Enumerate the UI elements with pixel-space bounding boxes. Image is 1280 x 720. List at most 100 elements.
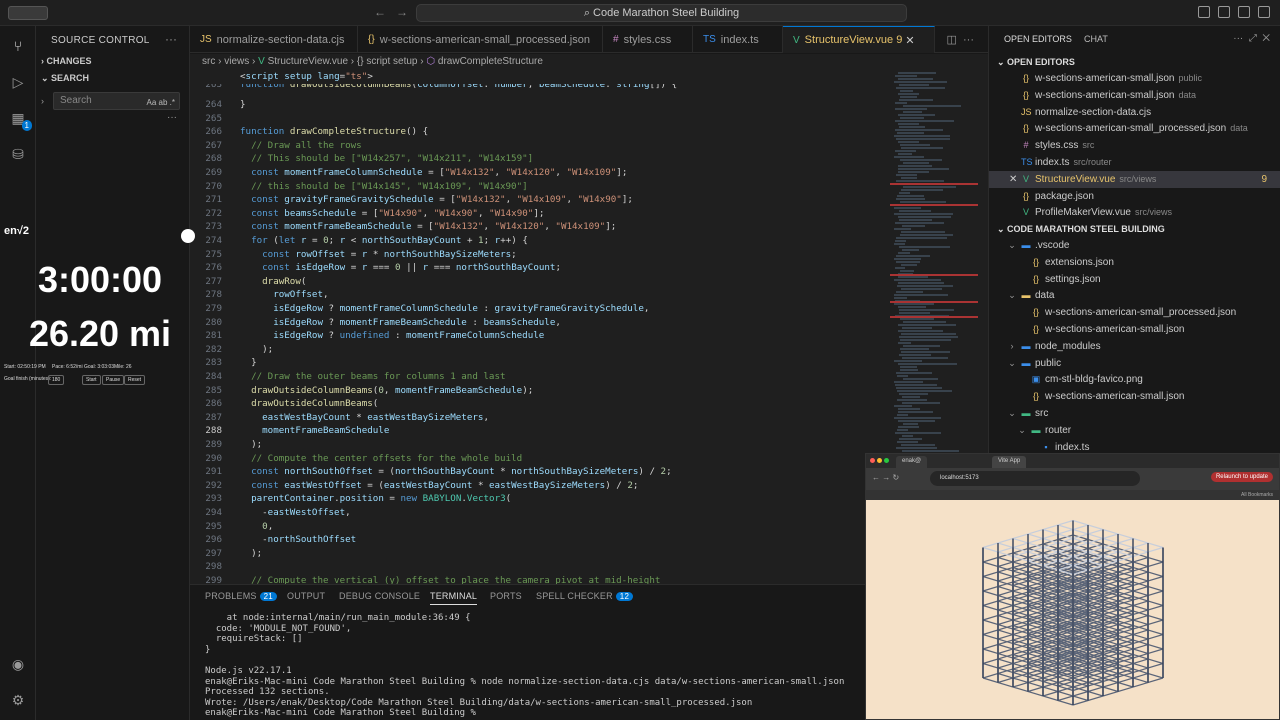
tree-folder[interactable]: ⌄ ▬ .vscode <box>989 237 1280 254</box>
more-actions-icon[interactable]: ··· <box>165 32 177 46</box>
tab-chat[interactable]: CHAT <box>1084 34 1108 44</box>
extensions-icon[interactable]: ▦ 1 <box>8 108 32 131</box>
tree-folder[interactable]: ⌄ ▬ router <box>989 422 1280 439</box>
chevron-right-icon[interactable]: › <box>41 96 44 106</box>
code-line[interactable]: 272 const beamsSchedule = ["W14x90", "W1… <box>190 207 890 221</box>
code-line[interactable]: 293 parentContainer.position = new BABYL… <box>190 492 890 506</box>
tree-file[interactable]: {} w-sections-american-small_processed.js… <box>989 304 1280 321</box>
back-arrow-icon[interactable]: ← <box>374 5 386 19</box>
open-editor-item[interactable]: {} w-sections-american-small_processed.js… <box>989 120 1280 137</box>
code-line[interactable]: <script setup lang="ts"> <box>190 70 890 84</box>
layout-icon[interactable] <box>1258 6 1270 18</box>
code-line[interactable]: 282 ); <box>190 343 890 357</box>
code-line[interactable]: 268 // This should be ["W14x257", "W14x2… <box>190 152 890 166</box>
toggle-sidebar-icon[interactable] <box>1198 6 1210 18</box>
account-icon[interactable]: ◉ <box>8 654 28 674</box>
tab-output[interactable]: OUTPUT <box>287 591 325 601</box>
toggle-panel-icon[interactable] <box>1218 6 1230 18</box>
tab-problems[interactable]: PROBLEMS 21 <box>205 591 277 601</box>
code-line[interactable]: 285 drawOutsideColumnBeams(0, momentFram… <box>190 384 890 398</box>
more-icon[interactable]: ··· <box>167 112 177 123</box>
browser-tab-1[interactable]: enak@ <box>896 456 928 468</box>
code-line[interactable]: 284 // Draw the outer beams for columns … <box>190 370 890 384</box>
tab-ports[interactable]: PORTS <box>490 591 522 601</box>
code-line[interactable]: 288 momentFrameBeamSchedule <box>190 424 890 438</box>
changes-section[interactable]: › CHANGES <box>41 56 92 66</box>
code-line[interactable]: 265 <box>190 112 890 126</box>
code-line[interactable]: 298 <box>190 560 890 574</box>
tab-index[interactable]: TS index.ts <box>693 26 783 53</box>
goal-input[interactable]: 180 <box>48 375 65 385</box>
tab-terminal[interactable]: TERMINAL <box>430 591 478 605</box>
open-editor-item[interactable]: V ProfileMakerView.vue src/views <box>989 204 1280 221</box>
run-debug-icon[interactable]: ▷ <box>8 72 28 92</box>
code-line[interactable]: 297 ); <box>190 547 890 561</box>
start-button[interactable]: Start <box>82 375 101 385</box>
code-line[interactable]: 280 isEdgeRow ? momentFrameBeamSchedule … <box>190 316 890 330</box>
code-line[interactable]: 274 for (let r = 0; r < northSouthBayCou… <box>190 234 890 248</box>
tab-processed-json[interactable]: {} w-sections-american-small_processed.js… <box>358 26 603 53</box>
panel-actions-icon[interactable]: ··· ⤢ ✕ <box>1233 33 1270 44</box>
terminal-output[interactable]: at node:internal/main/run_main_module:36… <box>205 613 844 719</box>
settings-gear-icon[interactable]: ⚙ <box>8 690 28 710</box>
tree-folder[interactable]: › ▬ node_modules <box>989 338 1280 355</box>
code-line[interactable]: 292 const eastWestOffset = (eastWestBayC… <box>190 479 890 493</box>
code-line[interactable]: 299 // Compute the vertical (y) offset t… <box>190 574 890 584</box>
code-line[interactable]: 271 const gravityFrameGravitySchedule = … <box>190 193 890 207</box>
url-bar[interactable]: localhost:5173 <box>930 471 1140 486</box>
pause-button[interactable]: Pause <box>102 375 125 385</box>
search-input[interactable]: Search Aa ab .* <box>53 92 180 110</box>
forward-arrow-icon[interactable]: → <box>396 5 408 19</box>
code-editor[interactable]: <script setup lang="ts"> 263 function draw… <box>190 70 890 584</box>
open-editor-item[interactable]: {} w-sections-american-small.json data <box>989 87 1280 104</box>
code-line[interactable]: 279 isEdgeRow ? momentFrameColumnSchedul… <box>190 302 890 316</box>
code-line[interactable]: 269 const momentFrameColumnSchedule = ["… <box>190 166 890 180</box>
steel-structure-render[interactable] <box>866 500 1280 720</box>
tree-folder[interactable]: ⌄ ▬ public <box>989 355 1280 372</box>
reset-button[interactable]: Reset <box>124 375 146 385</box>
code-line[interactable]: 291 const northSouthOffset = (northSouth… <box>190 465 890 479</box>
tab-debug-console[interactable]: DEBUG CONSOLE <box>339 591 420 601</box>
relaunch-button[interactable]: Relaunch to update <box>1210 472 1273 482</box>
code-line[interactable]: 296 -northSouthOffset <box>190 533 890 547</box>
code-line[interactable]: 287 eastWestBayCount * eastWestBaySizeMe… <box>190 411 890 425</box>
source-control-icon[interactable]: ⑂ <box>8 36 28 56</box>
code-line[interactable]: 264} <box>190 98 890 112</box>
open-editors-header[interactable]: ⌄ OPEN EDITORS <box>989 54 1280 70</box>
tree-file[interactable]: {} extensions.json <box>989 254 1280 271</box>
project-header[interactable]: ⌄ CODE MARATHON STEEL BUILDING <box>989 221 1280 237</box>
open-editor-item[interactable]: # styles.css src <box>989 137 1280 154</box>
open-editor-item[interactable]: TS index.ts src/router <box>989 154 1280 171</box>
code-line[interactable]: 295 0, <box>190 520 890 534</box>
code-line[interactable]: 267 // Draw all the rows <box>190 139 890 153</box>
tree-folder[interactable]: ⌄ ▬ src <box>989 405 1280 422</box>
split-editor-icon[interactable]: ◫ ··· <box>947 33 975 46</box>
tree-folder[interactable]: ⌄ ▬ data <box>989 287 1280 304</box>
code-line[interactable]: 277 drawRow( <box>190 275 890 289</box>
search-section[interactable]: ⌄ SEARCH <box>41 73 89 84</box>
code-line[interactable]: 281 isEdgeRow ? undefined : momentFrameC… <box>190 329 890 343</box>
tab-normalize[interactable]: JS normalize-section-data.cjs <box>190 26 358 53</box>
open-editor-item[interactable]: JS normalize-section-data.cjs <box>989 104 1280 121</box>
tree-file[interactable]: ▣ cm-stl-bldg-favico.png <box>989 371 1280 388</box>
browser-tab-2[interactable]: Vite App <box>992 456 1027 468</box>
open-editor-item[interactable]: ✕ V StructureView.vue src/views 9 <box>989 170 1280 188</box>
tree-file[interactable]: {} w-sections-american-small.json <box>989 321 1280 338</box>
tab-open-editors[interactable]: OPEN EDITORS <box>1004 34 1072 44</box>
code-line[interactable]: 286 drawOutsideColumnBeams( <box>190 397 890 411</box>
tree-file[interactable]: {} w-sections-american-small.json <box>989 388 1280 405</box>
code-line[interactable]: 290 // Compute the center offsets for th… <box>190 452 890 466</box>
command-center-search[interactable]: ⌕ Code Marathon Steel Building <box>416 4 907 22</box>
open-editor-item[interactable]: {} package.json <box>989 188 1280 205</box>
database-icon[interactable]: ⛁ <box>8 144 28 164</box>
code-line[interactable]: 270 // this should be ["W14x145", "W14x1… <box>190 180 890 194</box>
sidebar-toggle[interactable] <box>8 6 48 20</box>
search-options[interactable]: Aa ab .* <box>147 95 175 111</box>
open-editor-item[interactable]: {} w-sections-american-small.json public <box>989 70 1280 87</box>
tab-styles[interactable]: # styles.css <box>603 26 693 53</box>
tab-structureview[interactable]: V StructureView.vue 9 ✕ <box>783 26 935 53</box>
tree-file[interactable]: {} settings.json <box>989 271 1280 288</box>
code-line[interactable]: 275 const rowOffset = r * northSouthBayS… <box>190 248 890 262</box>
code-line[interactable]: 289 ); <box>190 438 890 452</box>
code-line[interactable]: 283 } <box>190 356 890 370</box>
